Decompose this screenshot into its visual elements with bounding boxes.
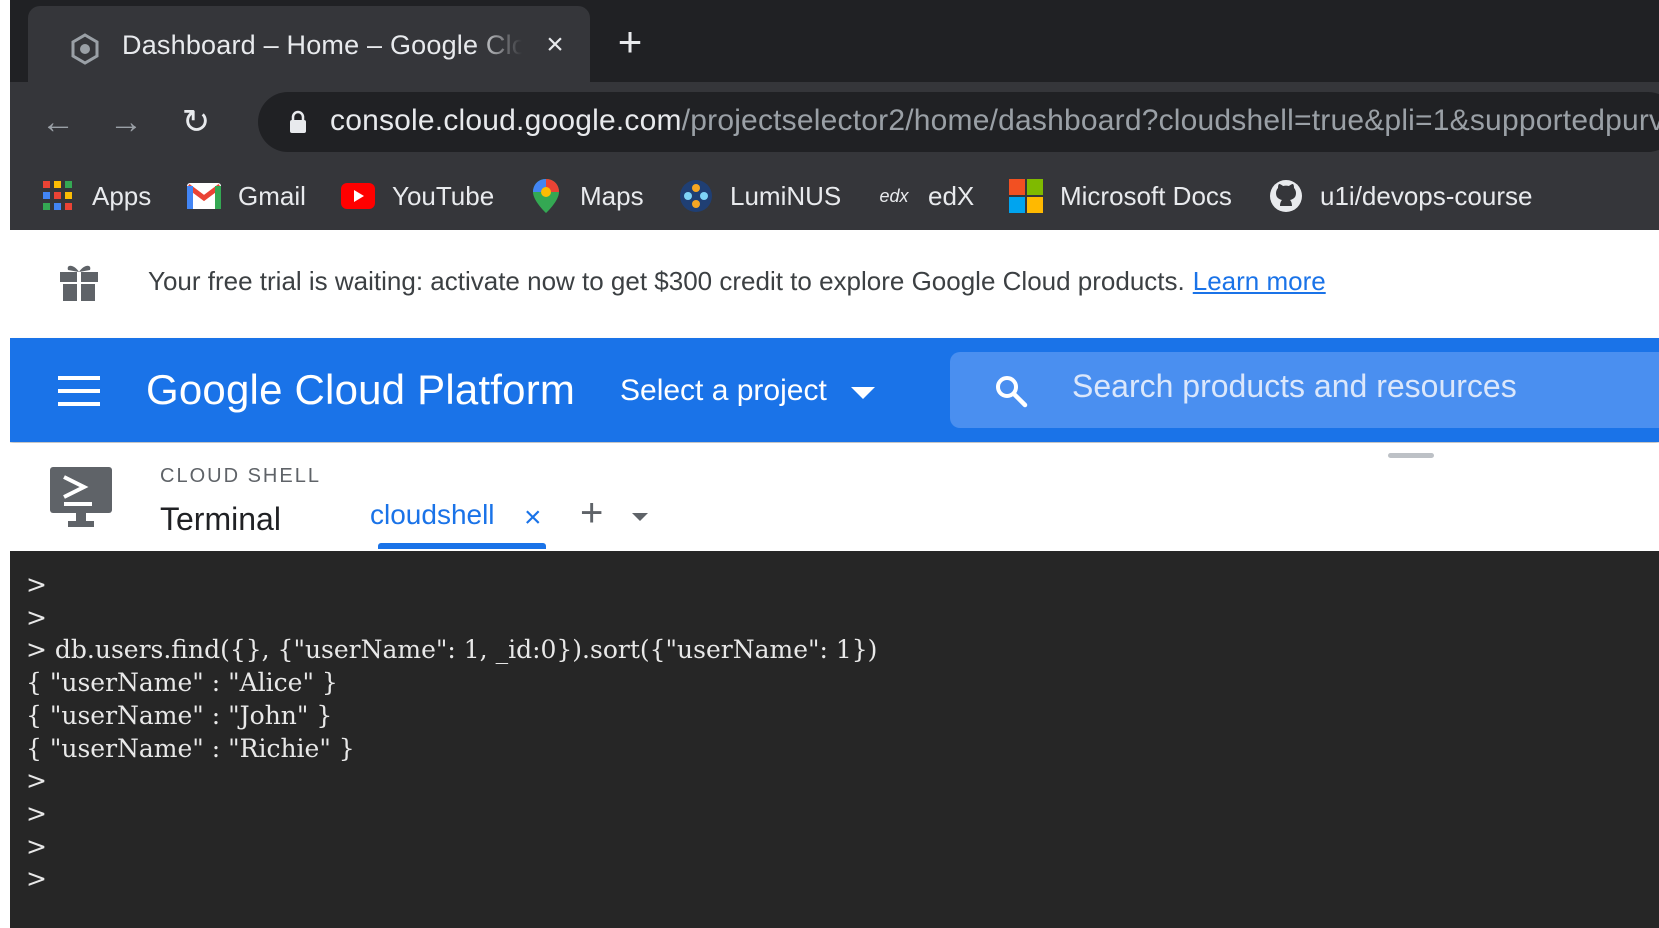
apps-grid-icon: [40, 178, 76, 214]
learn-more-link[interactable]: Learn more: [1193, 266, 1326, 296]
search-icon: [996, 376, 1028, 408]
bookmarks-bar: Apps Gmail YouTube Maps LumiNUS edx edX …: [10, 162, 1659, 230]
bookmark-label: Maps: [580, 180, 644, 211]
add-terminal-button[interactable]: +: [580, 491, 603, 536]
edx-icon: edx: [879, 185, 909, 206]
terminal-title: Terminal: [160, 501, 281, 537]
bookmark-label: Microsoft Docs: [1060, 180, 1232, 211]
terminal-line: { "userName" : "John" }: [26, 700, 333, 730]
banner-text: Your free trial is waiting: activate now…: [148, 266, 1185, 296]
terminal-line: >: [26, 798, 47, 828]
terminal-line: >: [26, 570, 47, 599]
bookmark-luminus[interactable]: LumiNUS: [678, 176, 841, 216]
url-text[interactable]: console.cloud.google.com/projectselector…: [330, 104, 1659, 138]
project-selector[interactable]: Select a project: [620, 374, 875, 408]
microsoft-icon: [1008, 178, 1044, 214]
project-selector-label: Select a project: [620, 374, 827, 407]
luminus-icon: [678, 178, 714, 214]
gcp-title[interactable]: Google Cloud Platform: [146, 366, 575, 414]
terminal-line: { "userName" : "Alice" }: [26, 668, 338, 698]
hamburger-menu-icon[interactable]: [58, 376, 100, 406]
terminal-line: { "userName" : "Richie" }: [26, 733, 355, 763]
browser-window: Dashboard – Home – Google Cloud Platform…: [10, 0, 1659, 928]
gmail-icon: [186, 178, 222, 214]
github-icon: [1268, 178, 1304, 214]
left-margin: [0, 0, 10, 928]
bookmark-label: edX: [928, 180, 975, 211]
resize-handle[interactable]: [1388, 453, 1434, 458]
bookmark-github[interactable]: u1i/devops-course: [1268, 176, 1532, 216]
caret-down-icon: [850, 387, 875, 399]
free-trial-banner: Your free trial is waiting: activate now…: [10, 230, 1659, 339]
address-bar[interactable]: console.cloud.google.com/projectselector…: [258, 92, 1659, 152]
bookmark-label: Gmail: [238, 180, 306, 211]
tab-title: Dashboard – Home – Google Cloud Platform: [122, 30, 522, 60]
gcp-header: Google Cloud Platform Select a project S…: [10, 338, 1659, 442]
terminal-line: >: [26, 766, 47, 796]
terminal-output[interactable]: > > > db.users.find({}, {"userName": 1, _i…: [10, 551, 1659, 928]
terminal-line: >: [26, 864, 47, 894]
banner-message: Your free trial is waiting: activate now…: [148, 266, 1326, 297]
back-arrow-icon[interactable]: ←: [38, 102, 78, 142]
cloud-shell-header: CLOUD SHELL Terminal cloudshell × +: [10, 443, 1659, 551]
bookmark-maps[interactable]: Maps: [528, 176, 644, 216]
new-tab-button[interactable]: +: [610, 21, 650, 63]
tab-cloudshell[interactable]: cloudshell ×: [370, 499, 542, 549]
tab-close-icon[interactable]: ×: [540, 30, 570, 60]
bookmark-gmail[interactable]: Gmail: [186, 176, 306, 216]
url-path: /projectselector2/home/dashboard?cloudsh…: [681, 104, 1659, 137]
bookmark-microsoft-docs[interactable]: Microsoft Docs: [1008, 176, 1232, 216]
gcp-favicon-icon: [71, 33, 99, 65]
cloud-shell-label: CLOUD SHELL: [160, 465, 321, 487]
url-host: console.cloud.google.com: [330, 104, 682, 137]
bookmark-label: u1i/devops-course: [1320, 180, 1533, 211]
reload-icon[interactable]: ↻: [176, 102, 216, 142]
tab-strip: Dashboard – Home – Google Cloud Platform…: [10, 0, 1659, 82]
terminal-lines: > > > db.users.find({}, {"userName": 1, _i…: [26, 569, 877, 896]
terminal-line: >: [26, 831, 47, 861]
bookmark-label: Apps: [92, 180, 152, 211]
close-icon[interactable]: ×: [524, 501, 542, 535]
shell-tab-label: cloudshell: [370, 499, 495, 530]
terminal-line: > db.users.find({}, {"userName": 1, _id:…: [26, 635, 878, 665]
bookmark-apps[interactable]: Apps: [40, 176, 151, 216]
bookmark-label: LumiNUS: [730, 180, 842, 211]
terminal-line: >: [26, 602, 47, 632]
bookmark-label: YouTube: [392, 180, 495, 211]
browser-tab-dashboard[interactable]: Dashboard – Home – Google Cloud Platform…: [28, 6, 590, 82]
maps-pin-icon: [528, 178, 564, 214]
lock-icon[interactable]: [288, 110, 308, 134]
gift-icon: [60, 265, 98, 301]
browser-toolbar: ← → ↻ console.cloud.google.com/projectse…: [10, 82, 1659, 162]
bookmark-youtube[interactable]: YouTube: [340, 176, 494, 216]
active-tab-indicator: [378, 543, 546, 549]
forward-arrow-icon[interactable]: →: [106, 102, 146, 142]
search-box[interactable]: Search products and resources: [950, 352, 1659, 428]
youtube-icon: [340, 178, 376, 214]
bookmark-edx[interactable]: edx edX: [876, 176, 974, 216]
cloud-shell-icon: [50, 467, 112, 527]
search-input[interactable]: Search products and resources: [1072, 368, 1517, 405]
chevron-down-icon[interactable]: [632, 513, 648, 521]
